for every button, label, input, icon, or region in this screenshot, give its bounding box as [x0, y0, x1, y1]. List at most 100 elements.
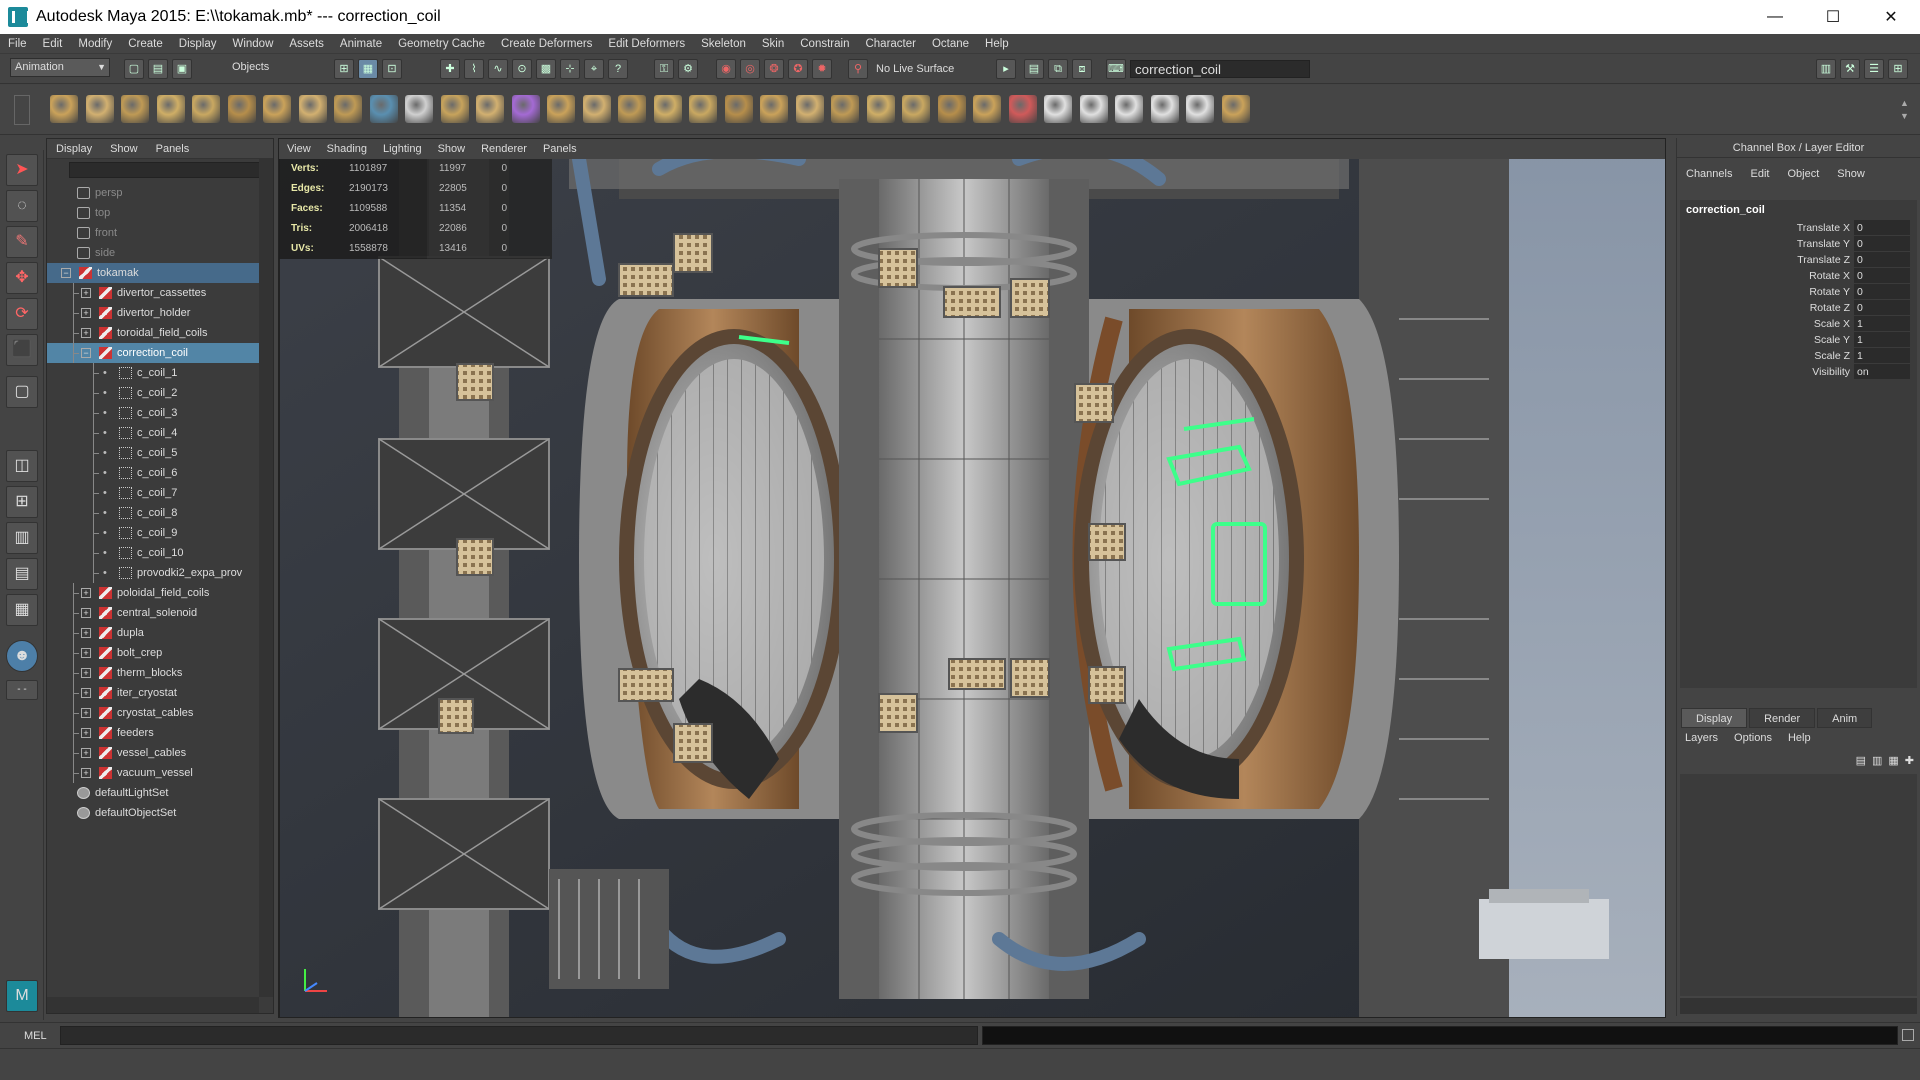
bool-union-icon[interactable] [653, 95, 682, 123]
render-frame-icon[interactable]: ◉ [716, 59, 736, 79]
attribute-editor-toggle-icon[interactable]: ▥ [1816, 59, 1836, 79]
snap-live-icon[interactable]: ⊹ [560, 59, 580, 79]
channel-row-rotate-x[interactable]: Rotate X0 [1680, 268, 1917, 284]
paint-select-tool-icon[interactable]: ✎ [6, 226, 38, 258]
select-object-icon[interactable]: ▦ [358, 59, 378, 79]
merge-icon[interactable] [795, 95, 824, 123]
outliner-item-c-coil-9[interactable]: • c_coil_9 [47, 523, 259, 543]
create-empty-layer-icon[interactable]: ▦ [1888, 754, 1898, 767]
outliner-item-therm-blocks[interactable]: + therm_blocks [47, 663, 259, 683]
channel-value-field[interactable]: 0 [1854, 220, 1910, 236]
command-input[interactable] [60, 1026, 978, 1045]
four-view-layout-icon[interactable]: ⊞ [6, 486, 38, 518]
channel-value-field[interactable]: 0 [1854, 268, 1910, 284]
ref-editor-icon[interactable]: ⧉ [1048, 59, 1068, 79]
hypershade-icon[interactable]: ✹ [812, 59, 832, 79]
move-layer-down-icon[interactable]: ▥ [1872, 754, 1882, 767]
channel-value-field[interactable]: 1 [1854, 316, 1910, 332]
outliner-item-c-coil-2[interactable]: • c_coil_2 [47, 383, 259, 403]
outliner-item-c-coil-8[interactable]: • c_coil_8 [47, 503, 259, 523]
outliner-item-feeders[interactable]: + feeders [47, 723, 259, 743]
single-view-layout-icon[interactable]: ◫ [6, 450, 38, 482]
close-button[interactable]: ✕ [1862, 0, 1920, 34]
outliner-item-toroidal-field-coils[interactable]: + toroidal_field_coils [47, 323, 259, 343]
outliner-item-tokamak[interactable]: − tokamak [47, 263, 259, 283]
layer-editor-scrollbar[interactable] [1680, 998, 1917, 1014]
command-language-label[interactable]: MEL [24, 1030, 47, 1042]
channel-box-object-name[interactable]: correction_coil [1680, 200, 1917, 220]
menu-create-deformers[interactable]: Create Deformers [493, 34, 600, 54]
outliner-item-correction-coil[interactable]: − correction_coil [47, 343, 259, 363]
channel-row-scale-z[interactable]: Scale Z1 [1680, 348, 1917, 364]
channel-value-field[interactable]: 0 [1854, 236, 1910, 252]
pipe-icon[interactable] [298, 95, 327, 123]
snap-surface-icon[interactable]: ▩ [536, 59, 556, 79]
helix-icon[interactable] [334, 95, 362, 123]
channel-label[interactable]: Rotate Z [1680, 300, 1854, 316]
channel-row-rotate-z[interactable]: Rotate Z0 [1680, 300, 1917, 316]
shelf-scroll-arrows-icon[interactable]: ▲ ▼ [1900, 97, 1912, 123]
outliner-item-vessel-cables[interactable]: + vessel_cables [47, 743, 259, 763]
channel-menu-channels[interactable]: Channels [1677, 168, 1741, 180]
expand-toggle-icon[interactable]: + [81, 308, 91, 318]
cylinder-icon[interactable] [121, 95, 149, 123]
menu-modify[interactable]: Modify [70, 34, 120, 54]
separate-icon[interactable] [547, 95, 575, 123]
outliner-item-persp[interactable]: persp [47, 183, 259, 203]
layer-menu-help[interactable]: Help [1780, 732, 1819, 744]
create-layer-from-selected-icon[interactable]: ✚ [1905, 754, 1914, 767]
append-icon[interactable] [866, 95, 895, 123]
poly-cube-icon[interactable] [476, 95, 504, 123]
outliner-item-c-coil-3[interactable]: • c_coil_3 [47, 403, 259, 423]
persp-outliner-layout-icon[interactable]: ▥ [6, 522, 38, 554]
snap-curve-icon[interactable]: ⌇ [464, 59, 484, 79]
scale-tool-icon[interactable]: ⬛ [6, 334, 38, 366]
outliner-item-poloidal-field-coils[interactable]: + poloidal_field_coils [47, 583, 259, 603]
menu-skin[interactable]: Skin [754, 34, 792, 54]
outliner-item-divertor-holder[interactable]: + divertor_holder [47, 303, 259, 323]
expand-toggle-icon[interactable]: + [81, 728, 91, 738]
outliner-item-c-coil-10[interactable]: • c_coil_10 [47, 543, 259, 563]
layout-options-icon[interactable]: - - [6, 680, 38, 700]
channel-row-translate-z[interactable]: Translate Z0 [1680, 252, 1917, 268]
cube-icon[interactable] [85, 95, 114, 123]
move-tool-icon[interactable]: ✥ [6, 262, 38, 294]
expand-toggle-icon[interactable]: + [81, 608, 91, 618]
channel-row-scale-y[interactable]: Scale Y1 [1680, 332, 1917, 348]
channel-row-visibility[interactable]: Visibility on [1680, 364, 1917, 380]
bool-diff-icon[interactable] [689, 95, 717, 123]
platonic-icon[interactable] [440, 95, 469, 123]
help-icon[interactable]: ? [608, 59, 628, 79]
selection-mode-dropdown[interactable]: Objects [210, 59, 320, 78]
expand-toggle-icon[interactable]: + [81, 288, 91, 298]
channel-label[interactable]: Rotate Y [1680, 284, 1854, 300]
render-settings-icon[interactable]: ❂ [764, 59, 784, 79]
expand-toggle-icon[interactable]: + [81, 748, 91, 758]
outliner-vertical-scrollbar[interactable] [259, 159, 273, 997]
select-component-icon[interactable]: ⊡ [382, 59, 402, 79]
snap-view-plane-icon[interactable]: ⊙ [512, 59, 532, 79]
script-editor-icon[interactable] [1902, 1029, 1914, 1041]
extract-icon[interactable] [582, 95, 611, 123]
plane-icon[interactable] [192, 95, 220, 123]
expand-toggle-icon[interactable]: − [61, 268, 71, 278]
checker-1-icon[interactable] [1079, 95, 1108, 123]
lasso-tool-icon[interactable]: ◌ [6, 190, 38, 222]
mirror-icon[interactable] [760, 95, 788, 123]
channel-value-field[interactable]: on [1854, 364, 1910, 380]
channel-menu-show[interactable]: Show [1828, 168, 1874, 180]
perspective-viewport[interactable]: View Shading Lighting Show Renderer Panels Ve… [278, 138, 1666, 1018]
channel-label[interactable]: Scale Z [1680, 348, 1854, 364]
snap-pivot-icon[interactable]: ⌖ [584, 59, 604, 79]
expand-toggle-icon[interactable]: + [81, 328, 91, 338]
minimize-button[interactable]: — [1746, 0, 1804, 34]
input-line-mode-icon[interactable]: ▸ [996, 59, 1016, 79]
expand-toggle-icon[interactable]: + [81, 708, 91, 718]
last-tool-icon[interactable]: ▢ [6, 376, 38, 408]
channel-label[interactable]: Visibility [1680, 364, 1854, 380]
cone-icon[interactable] [156, 95, 185, 123]
outliner-search-input[interactable] [69, 162, 269, 178]
layer-tab-display[interactable]: Display [1681, 708, 1748, 728]
viewport-menu-view[interactable]: View [279, 143, 319, 155]
outliner-item-c-coil-1[interactable]: • c_coil_1 [47, 363, 259, 383]
